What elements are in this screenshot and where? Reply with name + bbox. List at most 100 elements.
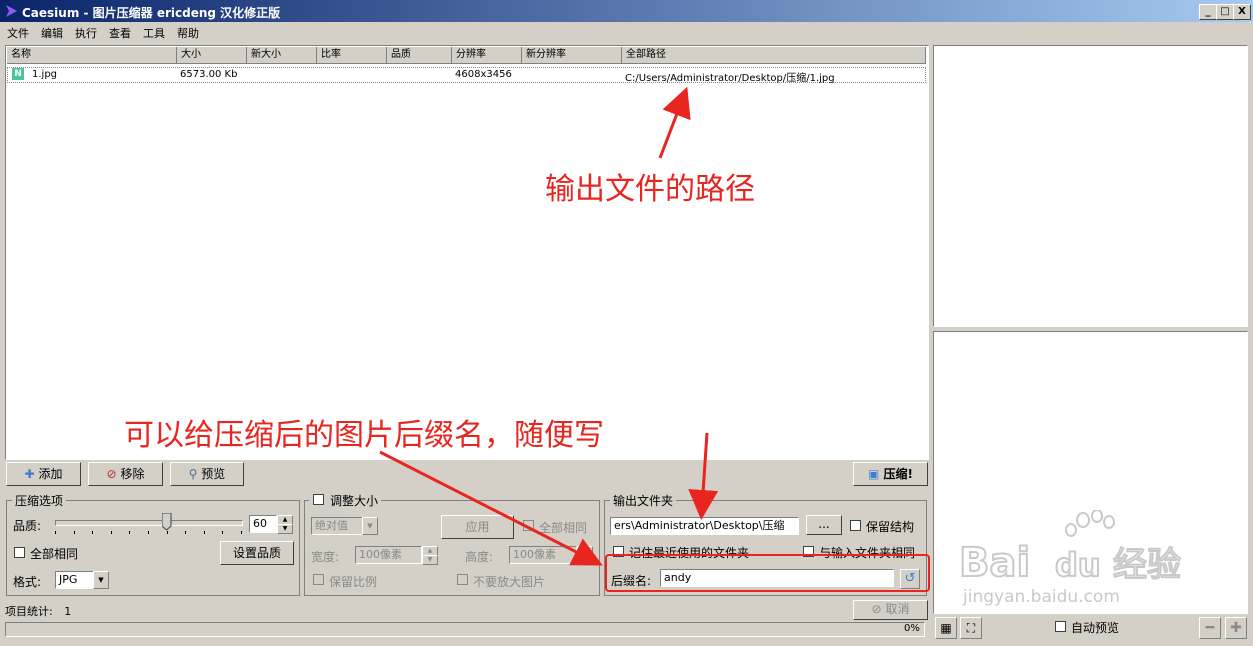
slider-tick xyxy=(203,531,205,534)
resize-mode-arrow-icon[interactable]: ▼ xyxy=(362,517,378,535)
magnifier-icon: ⚲ xyxy=(188,467,198,481)
slider-tick xyxy=(148,531,149,534)
height-down-arrow-icon[interactable]: ▼ xyxy=(577,555,593,565)
height-label: 高度: xyxy=(465,550,494,564)
items-count-label: 项目统计: 1 xyxy=(5,603,71,619)
keep-ratio-label: 保留比例 xyxy=(329,575,378,589)
quality-value-field[interactable]: 60 xyxy=(249,515,277,533)
no-enlarge-checkbox[interactable] xyxy=(457,574,468,585)
auto-preview-checkbox[interactable] xyxy=(1055,621,1066,632)
slider-tick xyxy=(110,531,112,534)
svg-text:经验: 经验 xyxy=(1113,545,1181,585)
preview-button[interactable]: ⚲ 预览 xyxy=(170,462,244,486)
progress-bar xyxy=(5,622,925,637)
resize-mode-select[interactable]: 绝对值 xyxy=(311,517,366,535)
suffix-highlight-box xyxy=(605,554,930,592)
column-name[interactable]: 名称 xyxy=(7,47,177,64)
maximize-button[interactable]: □ xyxy=(1216,4,1234,20)
items-count-value: 1 xyxy=(64,605,72,618)
menu-edit[interactable]: 编辑 xyxy=(41,25,63,41)
minimize-button[interactable]: _ xyxy=(1199,4,1217,20)
width-down-arrow-icon[interactable]: ▼ xyxy=(422,555,438,565)
close-button[interactable]: X xyxy=(1233,4,1251,20)
apply-button[interactable]: 应用 xyxy=(441,515,514,539)
column-full-path[interactable]: 全部路径 xyxy=(622,47,926,64)
svg-text:Bai: Bai xyxy=(959,540,1030,586)
quality-slider-thumb[interactable] xyxy=(161,512,172,534)
slider-tick xyxy=(185,531,187,534)
preview-button-label: 预览 xyxy=(201,467,226,481)
quality-label: 品质: xyxy=(13,519,42,533)
remove-button[interactable]: ⊘ 移除 xyxy=(88,462,163,486)
row-path: C:/Users/Administrator/Desktop/压缩/1.jpg xyxy=(625,73,835,84)
keep-ratio-checkbox[interactable] xyxy=(313,574,324,585)
format-dropdown-arrow-icon[interactable]: ▼ xyxy=(93,571,109,589)
no-enlarge-label: 不要放大图片 xyxy=(473,575,546,589)
slider-tick xyxy=(222,531,224,534)
window-title: Caesium - 图片压缩器 ericdeng 汉化修正版 xyxy=(22,6,281,20)
slider-tick xyxy=(55,531,56,534)
output-folder-title: 输出文件夹 xyxy=(610,492,677,509)
add-button[interactable]: ✚ 添加 xyxy=(6,462,81,486)
resize-all-same-label: 全部相同 xyxy=(539,521,588,535)
height-field[interactable]: 100像素 xyxy=(509,546,577,564)
auto-preview-label: 自动预览 xyxy=(1071,621,1120,635)
plus-icon: ✚ xyxy=(24,467,35,481)
file-list[interactable] xyxy=(5,45,929,460)
quality-slider-track[interactable] xyxy=(55,520,243,526)
actual-size-icon[interactable]: ⛶ xyxy=(960,617,982,639)
column-size[interactable]: 大小 xyxy=(177,47,247,64)
quality-down-arrow-icon[interactable]: ▼ xyxy=(277,524,293,534)
fit-view-icon[interactable]: ▦ xyxy=(935,617,957,639)
app-icon xyxy=(6,5,17,17)
title-bar: Caesium - 图片压缩器 ericdeng 汉化修正版 xyxy=(0,0,1253,22)
baidu-logo: Bai du 经验 jingyan.baidu.com xyxy=(958,510,1182,606)
remove-button-label: 移除 xyxy=(120,467,145,481)
svg-text:du: du xyxy=(1055,546,1101,584)
slider-tick xyxy=(73,531,75,534)
watermark-url: jingyan.baidu.com xyxy=(962,587,1120,606)
browse-button[interactable]: ... xyxy=(806,515,842,535)
menu-file[interactable]: 文件 xyxy=(7,25,29,41)
menu-bar: 文件 编辑 执行 查看 工具 帮助 xyxy=(0,22,930,40)
all-same-quality-checkbox[interactable] xyxy=(14,547,25,558)
menu-view[interactable]: 查看 xyxy=(109,25,131,41)
keep-structure-label: 保留结构 xyxy=(866,520,915,534)
width-label: 宽度: xyxy=(311,550,340,564)
add-button-label: 添加 xyxy=(38,467,63,481)
suffix-annotation: 可以给压缩后的图片后缀名，随便写 xyxy=(124,418,604,453)
resize-title: 调整大小 xyxy=(327,492,382,509)
format-label: 格式: xyxy=(13,575,42,589)
column-resolution[interactable]: 分辨率 xyxy=(452,47,522,64)
compress-button-label: 压缩! xyxy=(883,467,913,481)
set-quality-button[interactable]: 设置品质 xyxy=(220,541,294,565)
cancel-button-label: 取消 xyxy=(885,602,910,616)
original-preview-panel xyxy=(933,45,1248,327)
output-path-field[interactable]: ers\Administrator\Desktop\压缩 xyxy=(610,517,799,535)
compression-options-title: 压缩选项 xyxy=(12,492,67,509)
column-new-resolution[interactable]: 新分辨率 xyxy=(522,47,622,64)
format-select[interactable]: JPG xyxy=(55,571,95,589)
cancel-button[interactable]: ⊘ 取消 xyxy=(853,600,928,620)
zoom-in-icon[interactable]: ✚ xyxy=(1225,617,1247,639)
compress-button[interactable]: ▣ 压缩! xyxy=(853,462,928,486)
zoom-out-icon[interactable]: ━ xyxy=(1199,617,1221,639)
resize-checkbox[interactable] xyxy=(313,494,324,505)
compress-icon: ▣ xyxy=(867,467,880,481)
column-quality[interactable]: 品质 xyxy=(387,47,452,64)
row-name: 1.jpg xyxy=(32,69,58,80)
menu-help[interactable]: 帮助 xyxy=(177,25,199,41)
items-label-text: 项目统计: xyxy=(5,605,53,618)
width-field[interactable]: 100像素 xyxy=(355,546,422,564)
menu-tools[interactable]: 工具 xyxy=(143,25,165,41)
all-same-quality-label: 全部相同 xyxy=(30,547,79,561)
row-size: 6573.00 Kb xyxy=(180,69,238,80)
resize-all-same-checkbox[interactable] xyxy=(523,520,534,531)
column-ratio[interactable]: 比率 xyxy=(317,47,387,64)
path-annotation: 输出文件的路径 xyxy=(545,172,755,207)
quality-slider-ticks xyxy=(55,531,242,535)
slider-tick xyxy=(129,531,131,534)
keep-structure-checkbox[interactable] xyxy=(850,520,861,531)
column-new-size[interactable]: 新大小 xyxy=(247,47,317,64)
menu-run[interactable]: 执行 xyxy=(75,25,97,41)
